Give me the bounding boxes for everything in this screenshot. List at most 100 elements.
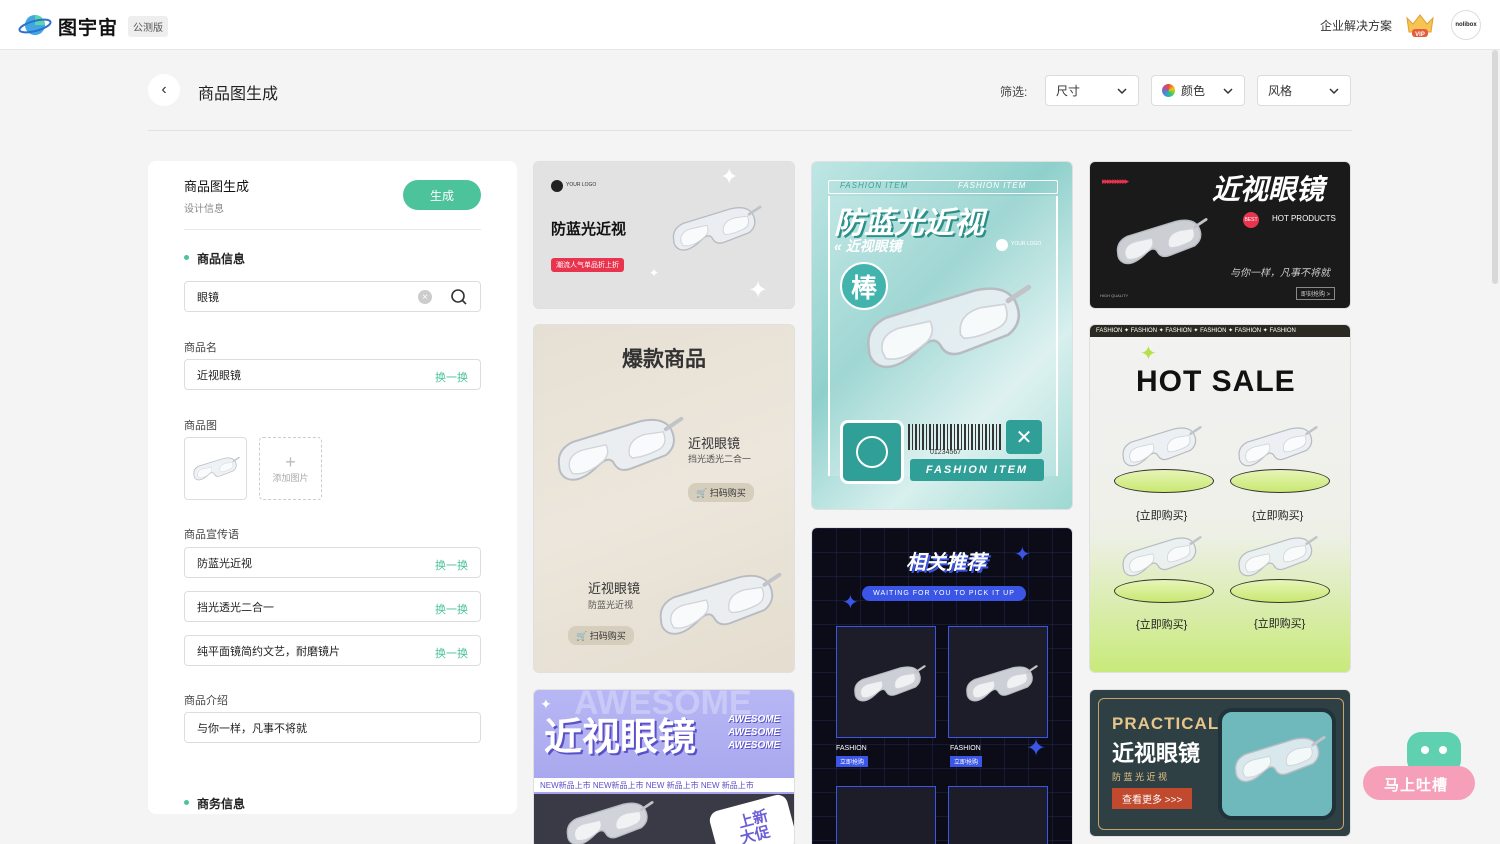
cart-icon: 🛒: [576, 631, 588, 641]
planet-logo-icon[interactable]: [18, 12, 52, 38]
chevron-down-icon: [1329, 88, 1339, 95]
page-scrollbar[interactable]: [1492, 50, 1498, 284]
product-sub-2: 防蓝光近视: [588, 600, 634, 610]
card-logo-text: YOUR LOGO: [1011, 241, 1042, 247]
card-title: PRACTICAL: [1112, 714, 1220, 733]
template-card-myopia-dark[interactable]: ▸▸▸▸▸▸▸▸▸▸ 近视眼镜 BEST HOT PRODUCTS 与你一样，凡…: [1089, 161, 1351, 309]
glasses-image: [965, 665, 1038, 703]
color-filter-value: 颜色: [1181, 84, 1206, 98]
card-subtitle: « 近视眼镜: [834, 236, 902, 256]
add-image-label: 添加图片: [272, 473, 309, 483]
back-button[interactable]: ‹: [148, 74, 180, 106]
arrow-pattern-icon: ▸▸▸▸▸▸▸▸▸▸: [1102, 176, 1129, 186]
product-tile-4: [948, 786, 1048, 844]
product-name-2: 近视眼镜: [588, 581, 641, 596]
smiley-face: [856, 436, 888, 468]
card-title: HOT SALE: [1136, 365, 1296, 398]
logo-dot-icon: [551, 180, 563, 192]
close-x-icon: ✕: [1006, 420, 1042, 454]
sparkle-icon: ✦: [1026, 735, 1047, 762]
chevron-down-icon: [1223, 88, 1233, 95]
intro-label: 商品介绍: [184, 695, 228, 707]
enterprise-solutions-link[interactable]: 企业解决方案: [1320, 17, 1392, 34]
buy-label-1: {立即购买}: [1136, 510, 1188, 522]
slogan-value: 防蓝光近视: [197, 557, 252, 570]
card-buy-button: 即刻抢购 >: [1296, 287, 1336, 300]
glasses-image: [672, 205, 762, 252]
template-card-hot-item[interactable]: 爆款商品 近视眼镜 挡光透光二合一 🛒 扫码购买 近视眼镜 防蓝光近视 🛒 扫码…: [533, 324, 795, 673]
logo-dot-icon: [996, 239, 1008, 251]
brand-name[interactable]: 图宇宙: [58, 13, 118, 40]
glasses-image: [853, 665, 926, 703]
feedback-button-label[interactable]: 马上吐槽: [1384, 774, 1448, 795]
swap-button[interactable]: 换一换: [435, 557, 468, 573]
swap-button[interactable]: 换一换: [435, 601, 468, 617]
clear-icon[interactable]: ×: [418, 290, 432, 304]
template-card-practical[interactable]: PRACTICAL 近视眼镜 防 蓝 光 近 视 查看更多 >>>: [1089, 689, 1351, 837]
vip-crown-icon[interactable]: VIP: [1404, 12, 1436, 38]
design-info-panel: 商品图生成 设计信息 生成 商品信息 眼镜 × 商品名 近视眼镜 换一换 商品图…: [148, 161, 517, 814]
glasses-image: [658, 572, 782, 636]
template-card-hot-sale[interactable]: FASHION ✦ FASHION ✦ FASHION ✦ FASHION ✦ …: [1089, 324, 1351, 673]
product-search-input[interactable]: 眼镜 ×: [184, 281, 481, 312]
sparkle-icon: ✦: [720, 164, 739, 189]
podium-3: [1114, 579, 1214, 603]
podium-4: [1230, 579, 1330, 603]
size-filter-select[interactable]: 尺寸: [1045, 75, 1139, 106]
template-card-fashion-item[interactable]: FASHION ITEM FASHION ITEM 防蓝光近视 « 近视眼镜 Y…: [811, 161, 1073, 510]
product-name-field[interactable]: 近视眼镜 换一换: [184, 359, 481, 390]
template-card-anti-blue[interactable]: YOUR LOGO 防蓝光近视 潮流人气单品折上折 ✦ ✦ ✦: [533, 161, 795, 309]
tile-label-2: FASHION: [950, 745, 981, 752]
add-image-button[interactable]: + 添加图片: [259, 437, 322, 500]
scan-buy-label: 扫码购买: [589, 631, 626, 641]
slogan-value: 挡光透光二合一: [197, 601, 274, 614]
card-subtitle: 防 蓝 光 近 视: [1112, 772, 1168, 782]
slogan-field-3[interactable]: 纯平面镜简约文艺，耐磨镜片 换一换: [184, 635, 481, 666]
buy-label-2: {立即购买}: [1252, 510, 1304, 522]
sparkle-icon: ✦: [1014, 544, 1031, 566]
cart-icon: 🛒: [696, 488, 708, 498]
double-chevron-icon: «: [834, 238, 842, 254]
product-name-1: 近视眼镜: [688, 436, 741, 451]
slogan-value: 纯平面镜简约文艺，耐磨镜片: [197, 645, 340, 658]
section-product-info: 商品信息: [184, 250, 245, 267]
intro-field[interactable]: 与你一样，凡事不将就: [184, 712, 481, 743]
style-filter-select[interactable]: 风格: [1257, 75, 1351, 106]
template-card-new-arrival[interactable]: AWESOME 近视眼镜 AWESOME AWESOME AWESOME NEW…: [533, 689, 795, 844]
swap-button[interactable]: 换一换: [435, 369, 468, 385]
scan-buy-button-1: 🛒 扫码购买: [688, 483, 754, 502]
swap-button[interactable]: 换一换: [435, 645, 468, 661]
sparkle-icon: ✦: [540, 696, 552, 712]
scan-buy-label: 扫码购买: [709, 488, 746, 498]
barcode-icon: [908, 424, 1002, 450]
card-subtitle: WAITING FOR YOU TO PICK IT UP: [862, 586, 1026, 601]
product-sub-1: 挡光透光二合一: [688, 454, 752, 464]
card-logo-text: YOUR LOGO: [566, 182, 597, 188]
tile-label-1: FASHION: [836, 745, 867, 752]
product-name-value: 近视眼镜: [197, 369, 241, 382]
template-card-recommend[interactable]: 相关推荐 WAITING FOR YOU TO PICK IT UP FASHI…: [811, 527, 1073, 844]
slogan-label: 商品宣传语: [184, 529, 239, 541]
buy-label-4: {立即购买}: [1254, 618, 1306, 630]
card-top-text: FASHION ITEM: [840, 181, 909, 190]
product-image-thumbnail[interactable]: [184, 437, 247, 500]
slogan-field-1[interactable]: 防蓝光近视 换一换: [184, 547, 481, 578]
size-filter-value: 尺寸: [1056, 84, 1081, 98]
generate-button[interactable]: 生成: [403, 180, 481, 210]
card-title: 爆款商品: [622, 347, 706, 371]
slogan-field-2[interactable]: 挡光透光二合一 换一换: [184, 591, 481, 622]
user-avatar[interactable]: nolibox: [1451, 10, 1481, 40]
header-divider: [148, 130, 1352, 131]
card-side-text: AWESOME: [728, 714, 781, 725]
search-value: 眼镜: [197, 291, 219, 304]
search-icon[interactable]: [450, 288, 468, 306]
tile-buy-2: 立即抢购: [950, 756, 983, 767]
podium-2: [1230, 469, 1330, 493]
product-tile-3: [836, 786, 936, 844]
color-wheel-icon: [1162, 84, 1175, 97]
card-slogan: 与你一样，凡事不将就: [1230, 268, 1330, 279]
tile-buy-1: 立即抢购: [836, 756, 869, 767]
color-filter-select[interactable]: 颜色: [1151, 75, 1245, 106]
glasses-image: [1121, 426, 1202, 467]
card-badge: 潮流人气单品折上折: [551, 258, 624, 272]
